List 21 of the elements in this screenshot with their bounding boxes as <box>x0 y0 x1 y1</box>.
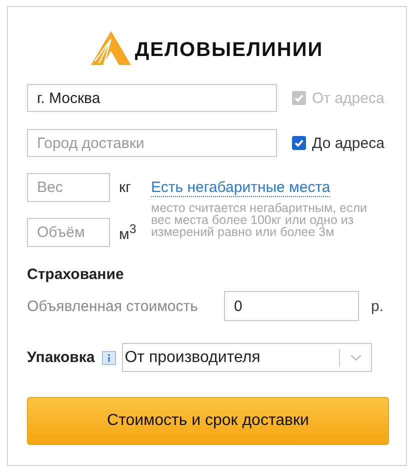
input-field[interactable]: Город доставки <box>27 129 277 157</box>
checkbox-label: От адреса <box>312 90 384 106</box>
checkbox-label: До адреса <box>312 134 384 152</box>
logo-icon <box>90 31 131 65</box>
currency-label: р. <box>371 298 384 314</box>
section-heading: Страхование <box>27 266 125 283</box>
hint-text: место считается негабаритным, если вес места более 100кг или одно из измерений равно или более 3м <box>151 202 368 238</box>
field-label: Упаковка <box>27 349 95 366</box>
input-field[interactable]: 0 <box>224 291 359 321</box>
info-icon[interactable] <box>102 350 116 364</box>
submit-button[interactable]: Стоимость и срок доставки <box>27 397 389 445</box>
unit-label: кг <box>119 179 132 196</box>
unit-label: м$^{3}$ <box>119 222 136 243</box>
input-field[interactable]: Вес <box>27 173 110 202</box>
oversize-link[interactable]: Есть негабаритные места <box>151 180 330 197</box>
field-label: Объявленная стоимость <box>27 298 199 314</box>
checkbox[interactable] <box>292 136 306 150</box>
input-field[interactable]: Объём <box>27 218 110 247</box>
caret-icon <box>350 354 362 362</box>
dropdown[interactable]: От производителя <box>122 343 372 372</box>
logo-text: ДЕЛОВЫЕЛИНИИ <box>134 38 324 62</box>
